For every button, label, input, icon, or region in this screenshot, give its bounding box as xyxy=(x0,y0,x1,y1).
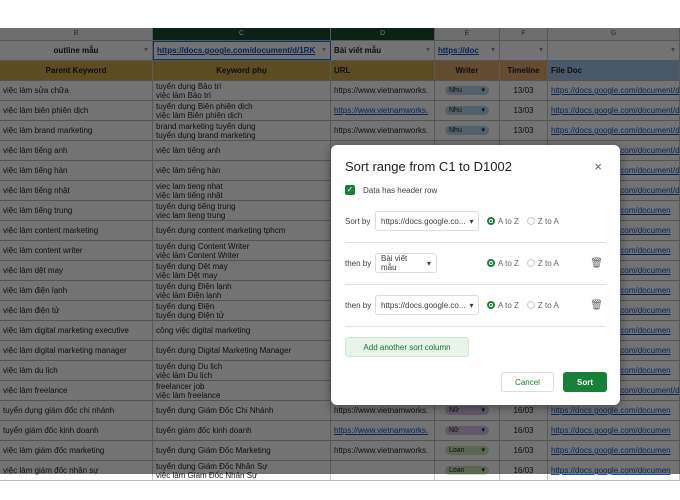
radio-label: Z to A xyxy=(537,258,559,268)
caret-down-icon: ▾ xyxy=(469,216,474,226)
radio-z-to-a-3[interactable]: Z to A xyxy=(526,300,559,310)
caret-down-icon: ▾ xyxy=(426,258,431,268)
radio-selected-icon xyxy=(487,259,495,267)
add-sort-column-button[interactable]: Add another sort column xyxy=(345,337,469,357)
sort-range-dialog: Sort range from C1 to D1002 × ✓ Data has… xyxy=(331,145,620,405)
radio-selected-icon xyxy=(487,301,495,309)
sort-column-dropdown-1[interactable]: https://docs.google.co... ▾ xyxy=(375,211,479,231)
radio-z-to-a-2[interactable]: Z to A xyxy=(526,258,559,268)
radio-label: Z to A xyxy=(537,216,559,226)
divider xyxy=(345,326,606,327)
sort-column-dropdown-2[interactable]: Bài viết mẫu ▾ xyxy=(375,253,437,273)
sort-rule-3: then by https://docs.google.co... ▾ A to … xyxy=(345,293,605,317)
dialog-title: Sort range from C1 to D1002 xyxy=(345,159,512,174)
divider xyxy=(345,284,606,285)
radio-label: Z to A xyxy=(537,300,559,310)
radio-unselected-icon xyxy=(526,259,535,267)
radio-label: A to Z xyxy=(498,258,519,268)
then-by-label: then by xyxy=(345,258,372,268)
dropdown-value: https://docs.google.co... xyxy=(381,216,466,226)
caret-down-icon: ▾ xyxy=(469,300,474,310)
trash-icon[interactable]: 🗑 xyxy=(590,258,603,269)
radio-z-to-a-1[interactable]: Z to A xyxy=(526,216,559,226)
radio-unselected-icon xyxy=(526,301,535,309)
radio-a-to-z-2[interactable]: A to Z xyxy=(487,259,519,268)
sort-rule-1: Sort by https://docs.google.co... ▾ A to … xyxy=(345,209,605,233)
radio-a-to-z-1[interactable]: A to Z xyxy=(487,217,519,226)
sort-button[interactable]: Sort xyxy=(563,372,607,392)
trash-icon[interactable]: 🗑 xyxy=(590,300,603,311)
cancel-button[interactable]: Cancel xyxy=(501,372,554,392)
radio-label: A to Z xyxy=(498,300,519,310)
sort-rule-2: then by Bài viết mẫu ▾ A to Z Z to A 🗑 xyxy=(345,251,605,275)
radio-a-to-z-3[interactable]: A to Z xyxy=(487,301,519,310)
sort-column-dropdown-3[interactable]: https://docs.google.co... ▾ xyxy=(375,295,479,315)
header-row-label: Data has header row xyxy=(363,185,438,195)
then-by-label: then by xyxy=(345,300,372,310)
divider xyxy=(345,242,606,243)
dropdown-value: https://docs.google.co... xyxy=(381,300,466,310)
close-icon[interactable]: × xyxy=(594,159,602,174)
checkmark-icon[interactable]: ✓ xyxy=(345,185,355,195)
dropdown-value: Bài viết mẫu xyxy=(381,254,408,272)
radio-label: A to Z xyxy=(498,216,519,226)
sort-by-label: Sort by xyxy=(345,216,371,226)
radio-unselected-icon xyxy=(526,217,535,225)
radio-selected-icon xyxy=(487,217,495,225)
header-row-checkbox[interactable]: ✓ Data has header row xyxy=(345,185,437,195)
